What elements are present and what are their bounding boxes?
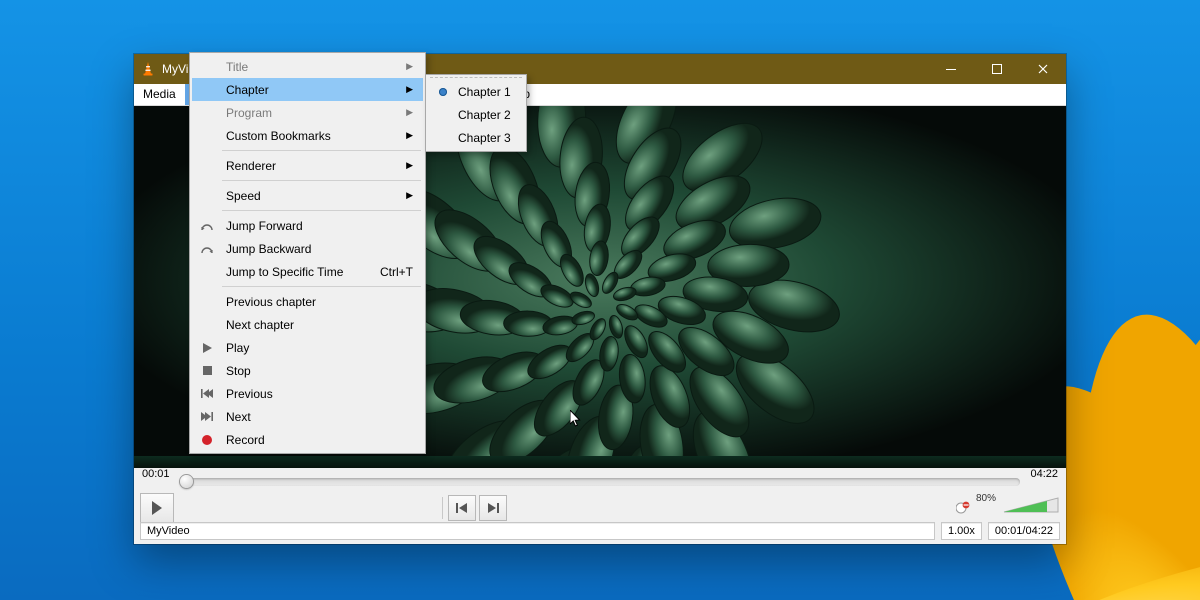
total-time[interactable]: 04:22 bbox=[1030, 468, 1058, 480]
maximize-button[interactable] bbox=[974, 54, 1020, 84]
menu-item-label: Chapter bbox=[226, 83, 269, 97]
chapter-submenu-item[interactable]: Chapter 1 bbox=[428, 80, 524, 103]
minimize-button[interactable] bbox=[928, 54, 974, 84]
mute-toggle-icon[interactable] bbox=[956, 501, 970, 515]
frame-taskbar-strip bbox=[134, 456, 1066, 468]
playback-menu-item[interactable]: Custom Bookmarks ▶ bbox=[192, 124, 423, 147]
record-icon bbox=[197, 435, 217, 445]
jump-forward-icon bbox=[197, 221, 217, 231]
status-time[interactable]: 00:01/04:22 bbox=[988, 522, 1060, 540]
volume-percent: 80% bbox=[976, 493, 996, 504]
menu-item-label: Next bbox=[226, 410, 251, 424]
menu-item-label: Next chapter bbox=[226, 318, 294, 332]
chapter-submenu: Chapter 1 Chapter 2 Chapter 3 bbox=[425, 74, 527, 152]
menu-item-label: Title bbox=[226, 60, 248, 74]
menu-item-label: Previous bbox=[226, 387, 273, 401]
playback-menu-item[interactable]: Next chapter bbox=[192, 313, 423, 336]
menu-item-label: Renderer bbox=[226, 159, 276, 173]
vlc-cone-icon bbox=[134, 61, 162, 77]
menu-item-label: Record bbox=[226, 433, 265, 447]
playback-menu-item[interactable]: Jump Forward bbox=[192, 214, 423, 237]
close-button[interactable] bbox=[1020, 54, 1066, 84]
menu-item-label: Speed bbox=[226, 189, 261, 203]
submenu-arrow-icon: ▶ bbox=[406, 130, 413, 141]
menu-item-label: Custom Bookmarks bbox=[226, 129, 331, 143]
stop-icon bbox=[197, 366, 217, 375]
skip-previous-icon bbox=[197, 389, 217, 398]
volume-slider[interactable] bbox=[1002, 496, 1060, 521]
skip-next-button[interactable] bbox=[479, 495, 507, 521]
playback-menu-item: Title ▶ bbox=[192, 55, 423, 78]
menu-accelerator: Ctrl+T bbox=[380, 265, 413, 279]
menu-item-label: Jump to Specific Time bbox=[226, 265, 343, 279]
playback-menu-item[interactable]: Previous chapter bbox=[192, 290, 423, 313]
chapter-submenu-item[interactable]: Chapter 2 bbox=[428, 103, 524, 126]
playback-menu-item[interactable]: Chapter ▶ bbox=[192, 78, 423, 101]
menu-item-label: Program bbox=[226, 106, 272, 120]
playback-menu-item[interactable]: Stop bbox=[192, 359, 423, 382]
playback-menu-item[interactable]: Jump to Specific Time Ctrl+T bbox=[192, 260, 423, 283]
playback-menu-item: Program ▶ bbox=[192, 101, 423, 124]
chapter-label: Chapter 2 bbox=[458, 108, 511, 122]
menu-item-label: Stop bbox=[226, 364, 251, 378]
playback-menu-item[interactable]: Speed ▶ bbox=[192, 184, 423, 207]
menu-media[interactable]: Media bbox=[134, 84, 185, 105]
playback-menu-item[interactable]: Previous bbox=[192, 382, 423, 405]
play-icon bbox=[197, 343, 217, 353]
seek-slider[interactable] bbox=[180, 474, 1020, 486]
chapter-label: Chapter 1 bbox=[458, 85, 511, 99]
chapter-submenu-item[interactable]: Chapter 3 bbox=[428, 126, 524, 149]
status-filename: MyVideo bbox=[140, 522, 935, 540]
play-button[interactable] bbox=[140, 493, 174, 523]
submenu-arrow-icon: ▶ bbox=[406, 61, 413, 72]
chapter-label: Chapter 3 bbox=[458, 131, 511, 145]
menu-item-label: Play bbox=[226, 341, 249, 355]
playback-menu-item[interactable]: Renderer ▶ bbox=[192, 154, 423, 177]
controls-panel: 00:01 04:22 80% MyVideo 1.00x 00:01/04:2… bbox=[134, 468, 1066, 544]
jump-backward-icon bbox=[197, 244, 217, 254]
playback-menu-item[interactable]: Play bbox=[192, 336, 423, 359]
submenu-arrow-icon: ▶ bbox=[406, 190, 413, 201]
skip-next-icon bbox=[197, 412, 217, 421]
playback-menu-item[interactable]: Record bbox=[192, 428, 423, 451]
submenu-arrow-icon: ▶ bbox=[406, 84, 413, 95]
playback-dropdown: Title▶Chapter▶Program▶Custom Bookmarks▶R… bbox=[189, 52, 426, 454]
skip-previous-button[interactable] bbox=[448, 495, 476, 521]
elapsed-time[interactable]: 00:01 bbox=[142, 468, 170, 480]
menu-item-label: Jump Forward bbox=[226, 219, 303, 233]
playback-menu-item[interactable]: Next bbox=[192, 405, 423, 428]
status-speed[interactable]: 1.00x bbox=[941, 522, 982, 540]
submenu-arrow-icon: ▶ bbox=[406, 160, 413, 171]
playback-menu-item[interactable]: Jump Backward bbox=[192, 237, 423, 260]
radio-selected-icon bbox=[433, 88, 453, 96]
submenu-arrow-icon: ▶ bbox=[406, 107, 413, 118]
menu-item-label: Jump Backward bbox=[226, 242, 311, 256]
menu-item-label: Previous chapter bbox=[226, 295, 316, 309]
